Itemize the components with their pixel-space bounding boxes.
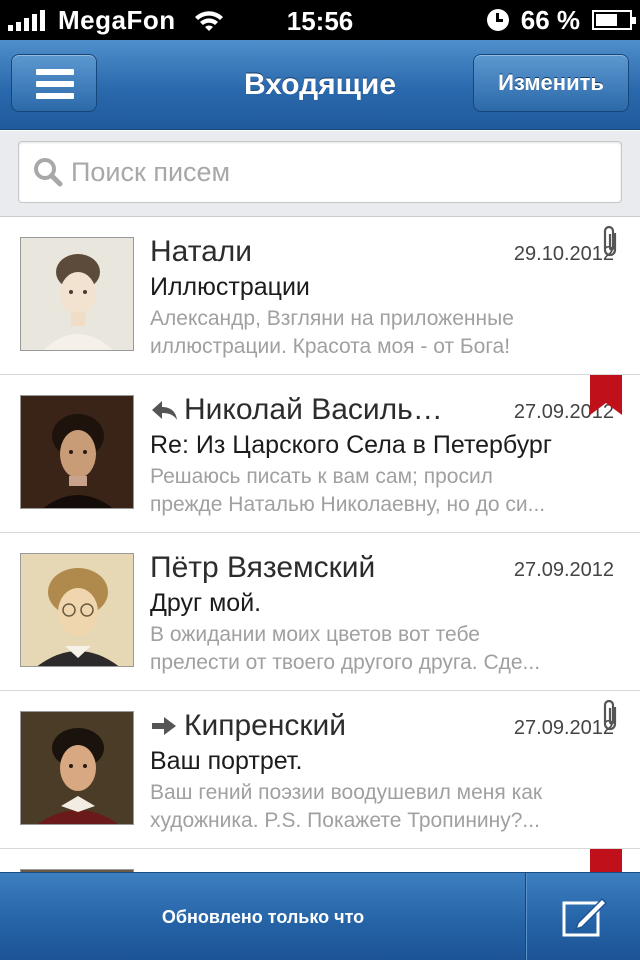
preview-line: иллюстрации. Красота моя - от Бога! bbox=[150, 335, 511, 358]
sender-text: Николай Василь… bbox=[184, 393, 443, 426]
preview-line: Ваш гений поэзии воодушевил меня как bbox=[150, 781, 543, 804]
message-preview: В ожидании моих цветов вот тебе прелести… bbox=[150, 621, 618, 677]
avatar bbox=[20, 395, 134, 509]
message-date: 29.10.2012 bbox=[513, 243, 614, 265]
preview-line: В ожидании моих цветов вот тебе bbox=[150, 623, 480, 646]
preview-line: художника. P.S. Покажете Тропинину?... bbox=[150, 809, 540, 832]
message-preview: Ваш гений поэзии воодушевил меня как худ… bbox=[150, 779, 618, 835]
message-row[interactable]: Кипренский 27.09.2012 Ваш портрет. Ваш г… bbox=[0, 691, 640, 849]
search-input[interactable]: Поиск писем bbox=[18, 141, 622, 203]
message-preview: Александр, Взгляни на приложенные иллюст… bbox=[150, 305, 618, 361]
message-row[interactable]: Николай Василь… 27.09.2012 Re: Из Царско… bbox=[0, 375, 640, 533]
message-date: 27.09.2012 bbox=[513, 559, 614, 581]
message-subject: Ваш портрет. bbox=[150, 747, 303, 775]
status-bar: MegaFon 15:56 66 % bbox=[0, 0, 640, 40]
sender-text: Натали bbox=[150, 235, 253, 268]
flag-icon bbox=[590, 849, 622, 873]
search-placeholder: Поиск писем bbox=[71, 157, 231, 187]
preview-line: Решаюсь писать к вам сам; просил bbox=[150, 465, 493, 488]
paperclip-icon bbox=[603, 699, 617, 731]
battery-percent: 66 % bbox=[520, 4, 580, 35]
bottom-toolbar: Обновлено только что bbox=[0, 872, 640, 960]
avatar bbox=[20, 711, 134, 825]
edit-button[interactable]: Изменить bbox=[473, 54, 629, 112]
forward-arrow-icon bbox=[152, 717, 176, 735]
message-date: 27.09.2012 bbox=[513, 717, 614, 739]
sender-name: Кипренский bbox=[150, 709, 346, 743]
message-preview: Решаюсь писать к вам сам; просил прежде … bbox=[150, 463, 618, 519]
message-row[interactable]: Натали 29.10.2012 Иллюстрации Александр,… bbox=[0, 217, 640, 375]
message-row[interactable]: Пётр Вяземский 27.09.2012 Друг мой. В ож… bbox=[0, 533, 640, 691]
sender-name: Натали bbox=[150, 235, 252, 269]
compose-button[interactable] bbox=[527, 873, 640, 960]
battery-level-fill bbox=[596, 14, 617, 26]
message-list[interactable]: Натали 29.10.2012 Иллюстрации Александр,… bbox=[0, 217, 640, 873]
sender-text: Пётр Вяземский bbox=[150, 551, 376, 584]
flag-icon bbox=[590, 375, 622, 415]
preview-line: прелести от твоего другого друга. Сде... bbox=[150, 651, 541, 674]
sender-text: Кипренский bbox=[184, 709, 347, 742]
compose-icon bbox=[562, 897, 608, 937]
search-area: Поиск писем bbox=[0, 131, 640, 217]
preview-line: Александр, Взгляни на приложенные bbox=[150, 307, 514, 330]
message-row[interactable] bbox=[0, 849, 640, 873]
sender-name: Николай Василь… bbox=[150, 393, 443, 427]
sender-name: Пётр Вяземский bbox=[150, 551, 375, 585]
avatar bbox=[20, 553, 134, 667]
search-icon bbox=[34, 158, 63, 187]
battery-icon bbox=[592, 10, 636, 30]
update-status: Обновлено только что bbox=[161, 907, 365, 927]
navigation-bar: Входящие Изменить bbox=[0, 40, 640, 130]
message-subject: Re: Из Царского Села в Петербург bbox=[150, 431, 552, 459]
preview-line: прежде Наталью Николаевну, но до си... bbox=[150, 493, 546, 516]
message-subject: Иллюстрации bbox=[150, 273, 310, 301]
reply-arrow-icon bbox=[152, 401, 177, 420]
message-subject: Друг мой. bbox=[150, 589, 262, 617]
paperclip-icon bbox=[603, 225, 617, 257]
orientation-lock-icon bbox=[486, 9, 509, 31]
avatar bbox=[20, 237, 134, 351]
